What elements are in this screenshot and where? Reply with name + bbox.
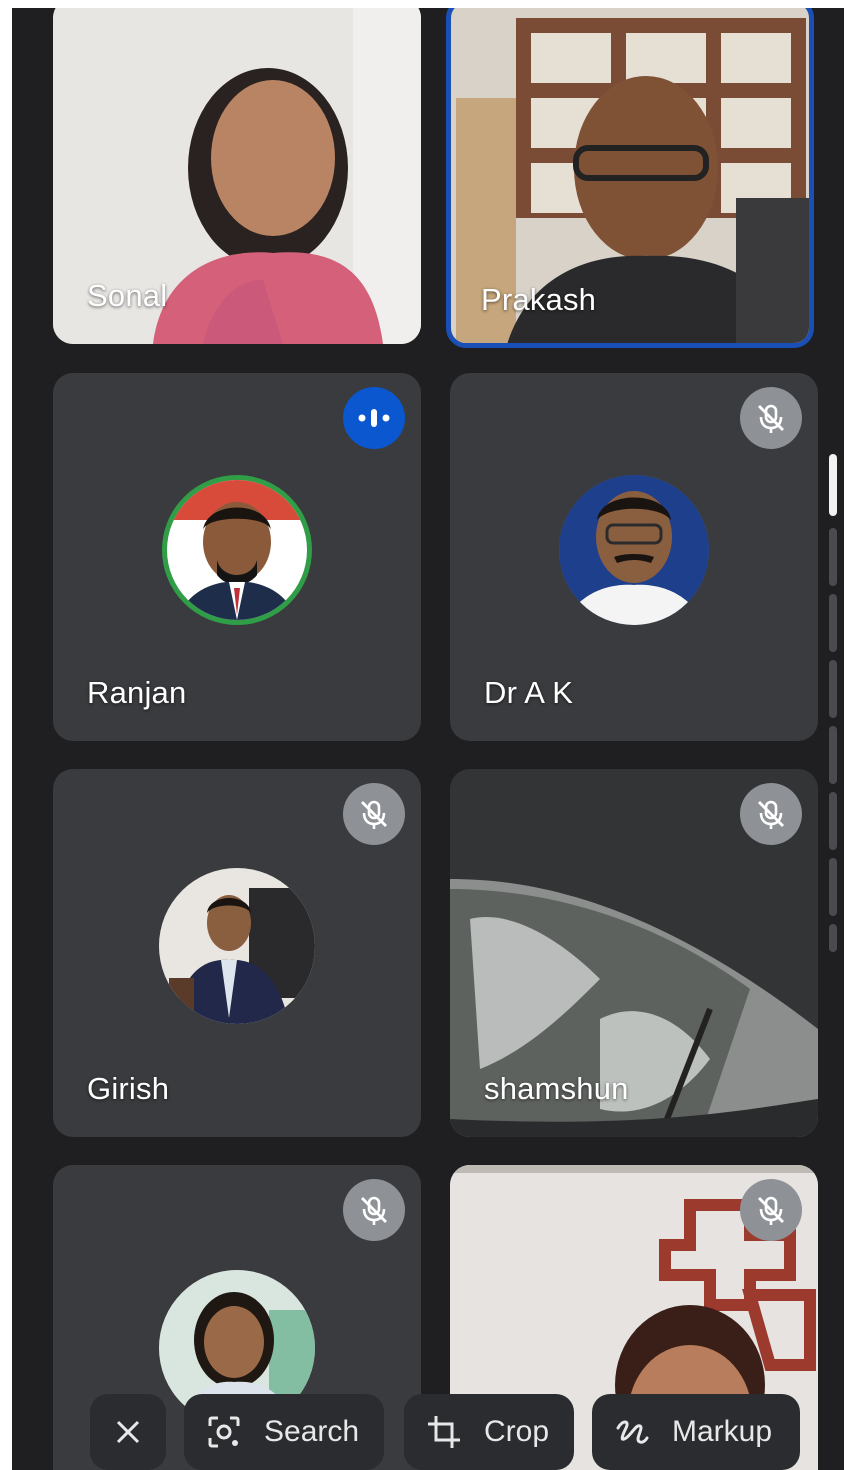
- mic-off-icon: [361, 800, 387, 829]
- scrollbar-segment: [829, 858, 837, 916]
- mic-off-icon: [758, 1196, 784, 1225]
- scrollbar[interactable]: [829, 454, 839, 954]
- scrollbar-segment: [829, 528, 837, 586]
- avatar: [162, 474, 312, 625]
- scrollbar-segment: [829, 924, 837, 952]
- mic-muted-badge: [740, 1179, 802, 1241]
- markup-button[interactable]: Markup: [592, 1394, 800, 1470]
- scrollbar-thumb[interactable]: [829, 454, 837, 516]
- speaking-indicator: [343, 387, 405, 449]
- mic-off-icon: [758, 404, 784, 433]
- mic-muted-badge: [343, 1179, 405, 1241]
- participant-name: shamshun: [484, 1071, 629, 1106]
- screenshot-toolbar: Search Crop Markup: [12, 1390, 844, 1470]
- close-button[interactable]: [90, 1394, 166, 1470]
- participant-name: Dr A K: [484, 675, 574, 710]
- participant-name: Ranjan: [87, 675, 187, 710]
- participant-tile-sonal[interactable]: Sonal: [53, 8, 421, 344]
- meeting-screen: Sonal Prakash Ranjan Dr A K Girish shams…: [12, 8, 844, 1470]
- crop-label: Crop: [484, 1415, 550, 1448]
- mic-muted-badge: [343, 783, 405, 845]
- participant-tile-dr-a-k[interactable]: Dr A K: [450, 373, 818, 741]
- mic-off-icon: [361, 1196, 387, 1225]
- mic-off-icon: [758, 800, 784, 829]
- markup-icon: [616, 1420, 649, 1444]
- mic-muted-badge: [740, 387, 802, 449]
- participant-tile-shamshun[interactable]: shamshun: [450, 769, 818, 1137]
- scrollbar-segment: [829, 792, 837, 850]
- crop-button[interactable]: Crop: [404, 1394, 574, 1470]
- crop-icon: [428, 1416, 460, 1448]
- participant-tile-ranjan[interactable]: Ranjan: [53, 373, 421, 741]
- participant-tile-girish[interactable]: Girish: [53, 769, 421, 1137]
- close-icon: [116, 1420, 140, 1444]
- participant-tile-prakash[interactable]: Prakash: [446, 8, 814, 348]
- scrollbar-segment: [829, 726, 837, 784]
- scrollbar-segment: [829, 594, 837, 652]
- avatar: [159, 867, 315, 1024]
- audio-level-icon: [358, 409, 390, 427]
- avatar: [559, 474, 709, 625]
- markup-label: Markup: [672, 1415, 773, 1448]
- search-label: Search: [264, 1415, 360, 1448]
- participant-name: Sonal: [87, 278, 168, 313]
- search-button[interactable]: Search: [184, 1394, 384, 1470]
- participant-name: Girish: [87, 1071, 170, 1106]
- scrollbar-segment: [829, 660, 837, 718]
- lens-search-icon: [208, 1416, 240, 1448]
- mic-muted-badge: [740, 783, 802, 845]
- participant-name: Prakash: [481, 282, 597, 317]
